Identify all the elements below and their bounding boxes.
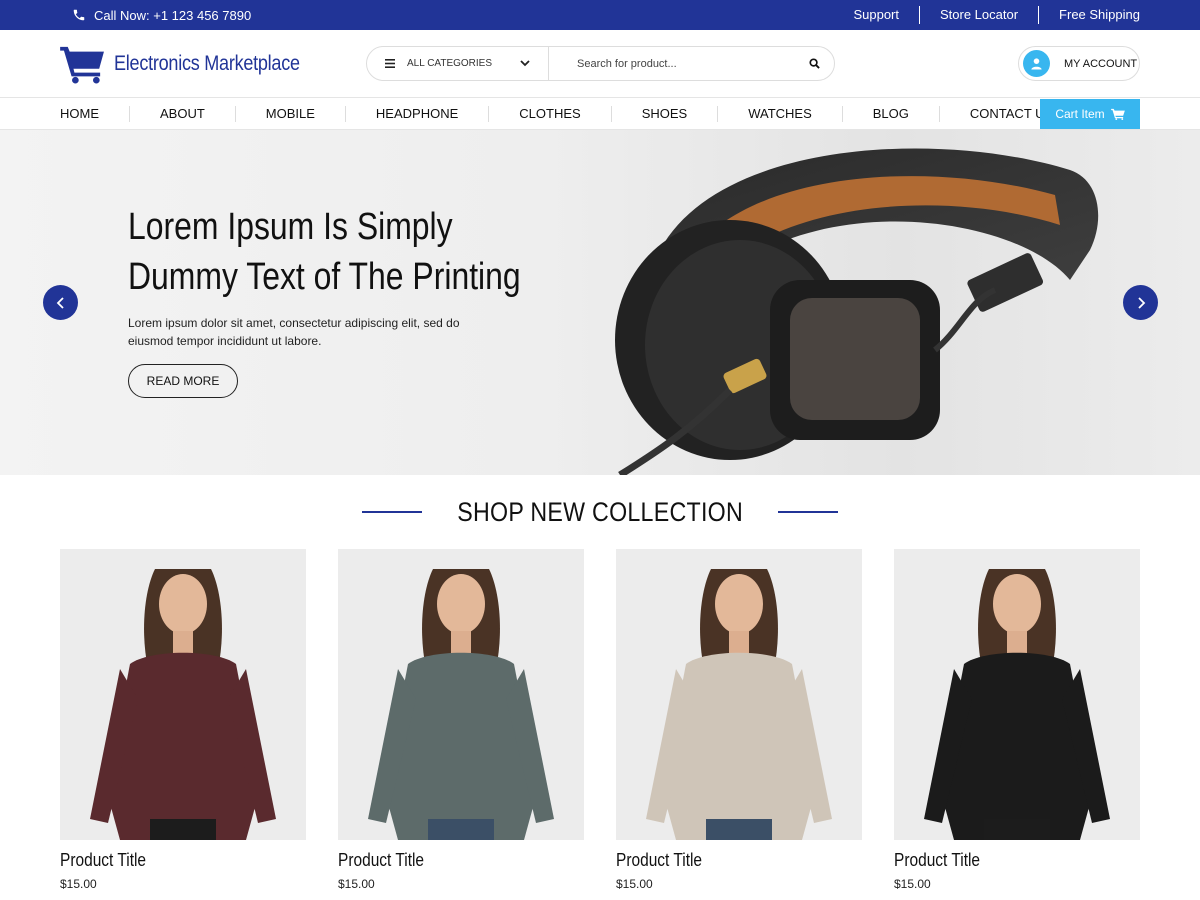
product-title[interactable]: Product Title xyxy=(616,850,828,871)
free-shipping-link[interactable]: Free Shipping xyxy=(1038,6,1140,24)
chevron-left-icon xyxy=(56,296,64,309)
model-image xyxy=(90,569,276,840)
category-select[interactable]: ALL CATEGORIES xyxy=(367,47,549,80)
nav-item-mobile[interactable]: MOBILE xyxy=(234,106,345,122)
search-icon xyxy=(808,58,820,69)
title-divider-right xyxy=(778,511,839,513)
product-image[interactable] xyxy=(894,549,1140,840)
product-image[interactable] xyxy=(338,549,584,840)
headphones-image xyxy=(615,148,1099,475)
product-title[interactable]: Product Title xyxy=(894,850,1106,871)
support-link[interactable]: Support xyxy=(833,6,919,24)
search-bar: ALL CATEGORIES xyxy=(366,46,835,81)
chevron-down-icon xyxy=(520,60,530,67)
call-now-text: Call Now: +1 123 456 7890 xyxy=(94,7,252,23)
product-price: $15.00 xyxy=(338,877,375,891)
category-label: ALL CATEGORIES xyxy=(407,58,493,69)
cart-label: Cart Item xyxy=(1055,107,1105,121)
user-icon xyxy=(1031,58,1042,70)
product-price: $15.00 xyxy=(894,877,931,891)
header: Electronics Marketplace ALL CATEGORIES M… xyxy=(0,30,1200,98)
product-card[interactable]: Product Title $15.00 xyxy=(894,549,1140,891)
product-image[interactable] xyxy=(60,549,306,840)
product-price: $15.00 xyxy=(60,877,97,891)
model-image xyxy=(646,569,832,840)
product-price: $15.00 xyxy=(616,877,653,891)
main-nav: HOME ABOUT MOBILE HEADPHONE CLOTHES SHOE… xyxy=(0,99,1200,130)
store-locator-link[interactable]: Store Locator xyxy=(919,6,1038,24)
title-divider-left xyxy=(361,511,422,513)
product-title[interactable]: Product Title xyxy=(60,850,272,871)
my-account-button[interactable]: MY ACCOUNT xyxy=(1018,46,1140,81)
nav-item-headphone[interactable]: HEADPHONE xyxy=(344,106,488,122)
product-grid: Product Title $15.00 Product Title $15.0… xyxy=(60,549,1140,891)
top-links: Support Store Locator Free Shipping xyxy=(833,0,1140,30)
nav-item-blog[interactable]: BLOG xyxy=(841,106,939,122)
account-label: MY ACCOUNT xyxy=(1064,57,1138,70)
collection-header: SHOP NEW COLLECTION xyxy=(0,494,1200,530)
site-logo[interactable]: Electronics Marketplace xyxy=(60,44,330,84)
product-title[interactable]: Product Title xyxy=(338,850,550,871)
hero-description: Lorem ipsum dolor sit amet, consectetur … xyxy=(128,316,460,348)
hero-title-line1: Lorem Ipsum Is Simply xyxy=(128,206,453,248)
product-card[interactable]: Product Title $15.00 xyxy=(616,549,862,891)
slider-prev-button[interactable] xyxy=(43,285,78,320)
product-image[interactable] xyxy=(616,549,862,840)
nav-item-clothes[interactable]: CLOTHES xyxy=(488,106,610,122)
hero-banner: Lorem Ipsum Is Simply Dummy Text of The … xyxy=(0,130,1200,475)
hero-title: Lorem Ipsum Is Simply Dummy Text of The … xyxy=(128,202,523,302)
read-more-button[interactable]: READ MORE xyxy=(128,364,238,398)
product-card[interactable]: Product Title $15.00 xyxy=(60,549,306,891)
hero-title-line2: Dummy Text of The Printing xyxy=(128,256,521,298)
shopping-cart-icon xyxy=(60,46,104,84)
product-card[interactable]: Product Title $15.00 xyxy=(338,549,584,891)
menu-icon xyxy=(385,59,395,68)
brand-name: Electronics Marketplace xyxy=(114,52,300,75)
hero-text: Lorem Ipsum Is Simply Dummy Text of The … xyxy=(128,202,598,398)
search-button[interactable] xyxy=(794,47,834,80)
chevron-right-icon xyxy=(1137,296,1145,309)
nav-item-shoes[interactable]: SHOES xyxy=(610,106,718,122)
search-input[interactable] xyxy=(549,47,794,80)
cart-button[interactable]: Cart Item xyxy=(1040,99,1140,129)
collection-title: SHOP NEW COLLECTION xyxy=(457,496,743,527)
nav-item-about[interactable]: ABOUT xyxy=(129,106,235,122)
model-image xyxy=(924,569,1110,840)
call-now[interactable]: Call Now: +1 123 456 7890 xyxy=(72,0,251,30)
top-bar: Call Now: +1 123 456 7890 Support Store … xyxy=(0,0,1200,30)
model-image xyxy=(368,569,554,840)
nav-item-watches[interactable]: WATCHES xyxy=(717,106,842,122)
nav-item-home[interactable]: HOME xyxy=(60,106,129,122)
avatar xyxy=(1023,50,1050,77)
cart-icon xyxy=(1110,108,1125,120)
slider-next-button[interactable] xyxy=(1123,285,1158,320)
phone-icon xyxy=(73,9,85,21)
